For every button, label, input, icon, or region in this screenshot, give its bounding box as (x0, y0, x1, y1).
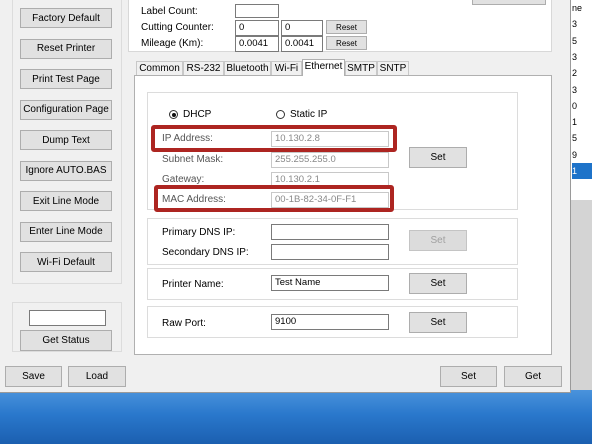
tab-ethernet[interactable]: Ethernet (302, 59, 345, 76)
raw-port-label: Raw Port: (162, 318, 206, 329)
dns-set-button[interactable]: Set (409, 230, 467, 251)
label-count-label: Label Count: (141, 6, 198, 17)
printer-name-field[interactable]: Test Name (271, 275, 389, 291)
background-list-item: 9 (572, 149, 578, 160)
background-list-item: 1 (572, 117, 578, 128)
mileage-label: Mileage (Km): (141, 38, 204, 49)
tab-sntp[interactable]: SNTP (377, 61, 409, 75)
configuration-page-button[interactable]: Configuration Page (20, 99, 112, 120)
print-test-page-button[interactable]: Print Test Page (20, 69, 112, 89)
desktop-background (0, 390, 592, 444)
printer-name-set-button[interactable]: Set (409, 273, 467, 294)
mileage-field-1[interactable]: 0.0041 (235, 36, 279, 52)
static-ip-label: Static IP (290, 109, 328, 120)
network-set-button[interactable]: Set (409, 147, 467, 168)
mileage-field-2[interactable]: 0.0041 (281, 36, 323, 52)
raw-port-set-button[interactable]: Set (409, 312, 467, 333)
background-list-item: ne (572, 3, 583, 13)
mac-address-highlight (154, 185, 394, 212)
background-list-item: 3 (572, 84, 578, 95)
printer-name-label: Printer Name: (162, 279, 224, 290)
static-ip-radio[interactable] (276, 110, 285, 119)
reset-printer-button[interactable]: Reset Printer (20, 38, 112, 59)
background-window-list: ne 3 5 3 2 3 0 1 5 9 1 (570, 0, 592, 200)
secondary-dns-field[interactable] (271, 244, 389, 260)
cutting-counter-label: Cutting Counter: (141, 22, 214, 33)
gateway-label: Gateway: (162, 174, 205, 185)
wifi-default-button[interactable]: Wi-Fi Default (20, 252, 112, 272)
ignore-auto-bas-button[interactable]: Ignore AUTO.BAS (20, 160, 112, 181)
raw-port-field[interactable]: 9100 (271, 314, 389, 330)
background-list-item: 3 (572, 19, 578, 30)
save-button[interactable]: Save (5, 366, 62, 387)
load-button[interactable]: Load (68, 366, 126, 387)
tab-rs-232[interactable]: RS-232 (183, 61, 224, 75)
primary-dns-field[interactable] (271, 224, 389, 240)
cutting-counter-field-2[interactable]: 0 (281, 20, 323, 36)
enter-line-mode-button[interactable]: Enter Line Mode (20, 221, 112, 242)
background-window-empty (570, 200, 592, 390)
ip-address-highlight (151, 125, 397, 152)
exit-line-mode-button[interactable]: Exit Line Mode (20, 191, 112, 211)
background-list-item: 5 (572, 35, 578, 46)
status-input[interactable] (29, 310, 106, 326)
mileage-reset-button[interactable]: Reset (326, 36, 367, 50)
tab-bluetooth[interactable]: Bluetooth (224, 61, 271, 75)
primary-dns-label: Primary DNS IP: (162, 227, 236, 238)
background-list-item: 3 (572, 51, 578, 62)
cutting-counter-field-1[interactable]: 0 (235, 20, 279, 36)
subnet-mask-field[interactable]: 255.255.255.0 (271, 152, 389, 168)
tab-smtp[interactable]: SMTP (345, 61, 377, 75)
dump-text-button[interactable]: Dump Text (20, 130, 112, 150)
label-count-field[interactable] (235, 4, 279, 18)
get-status-button[interactable]: Get Status (20, 330, 112, 351)
secondary-dns-label: Secondary DNS IP: (162, 247, 249, 258)
bottom-set-button[interactable]: Set (440, 366, 497, 387)
cutting-counter-reset-button[interactable]: Reset (326, 20, 367, 34)
dhcp-radio[interactable] (169, 110, 178, 119)
background-list-item: 5 (572, 133, 578, 144)
background-list-item: 1 (572, 163, 592, 179)
background-list-item: 0 (572, 100, 578, 111)
tab-wi-fi[interactable]: Wi-Fi (271, 61, 302, 75)
tab-common[interactable]: Common (136, 61, 183, 75)
background-list-item: 2 (572, 68, 578, 79)
dhcp-label: DHCP (183, 109, 212, 120)
printer-config-dialog: Label Count: Cutting Counter: 0 0 Reset … (0, 0, 571, 393)
subnet-mask-label: Subnet Mask: (162, 154, 224, 165)
bottom-get-button[interactable]: Get (504, 366, 562, 387)
factory-default-button[interactable]: Factory Default (20, 8, 112, 28)
top-right-button[interactable] (472, 0, 546, 5)
ethernet-tab-panel: DHCP Static IP IP Address: 10.130.2.8 Su… (134, 75, 552, 355)
